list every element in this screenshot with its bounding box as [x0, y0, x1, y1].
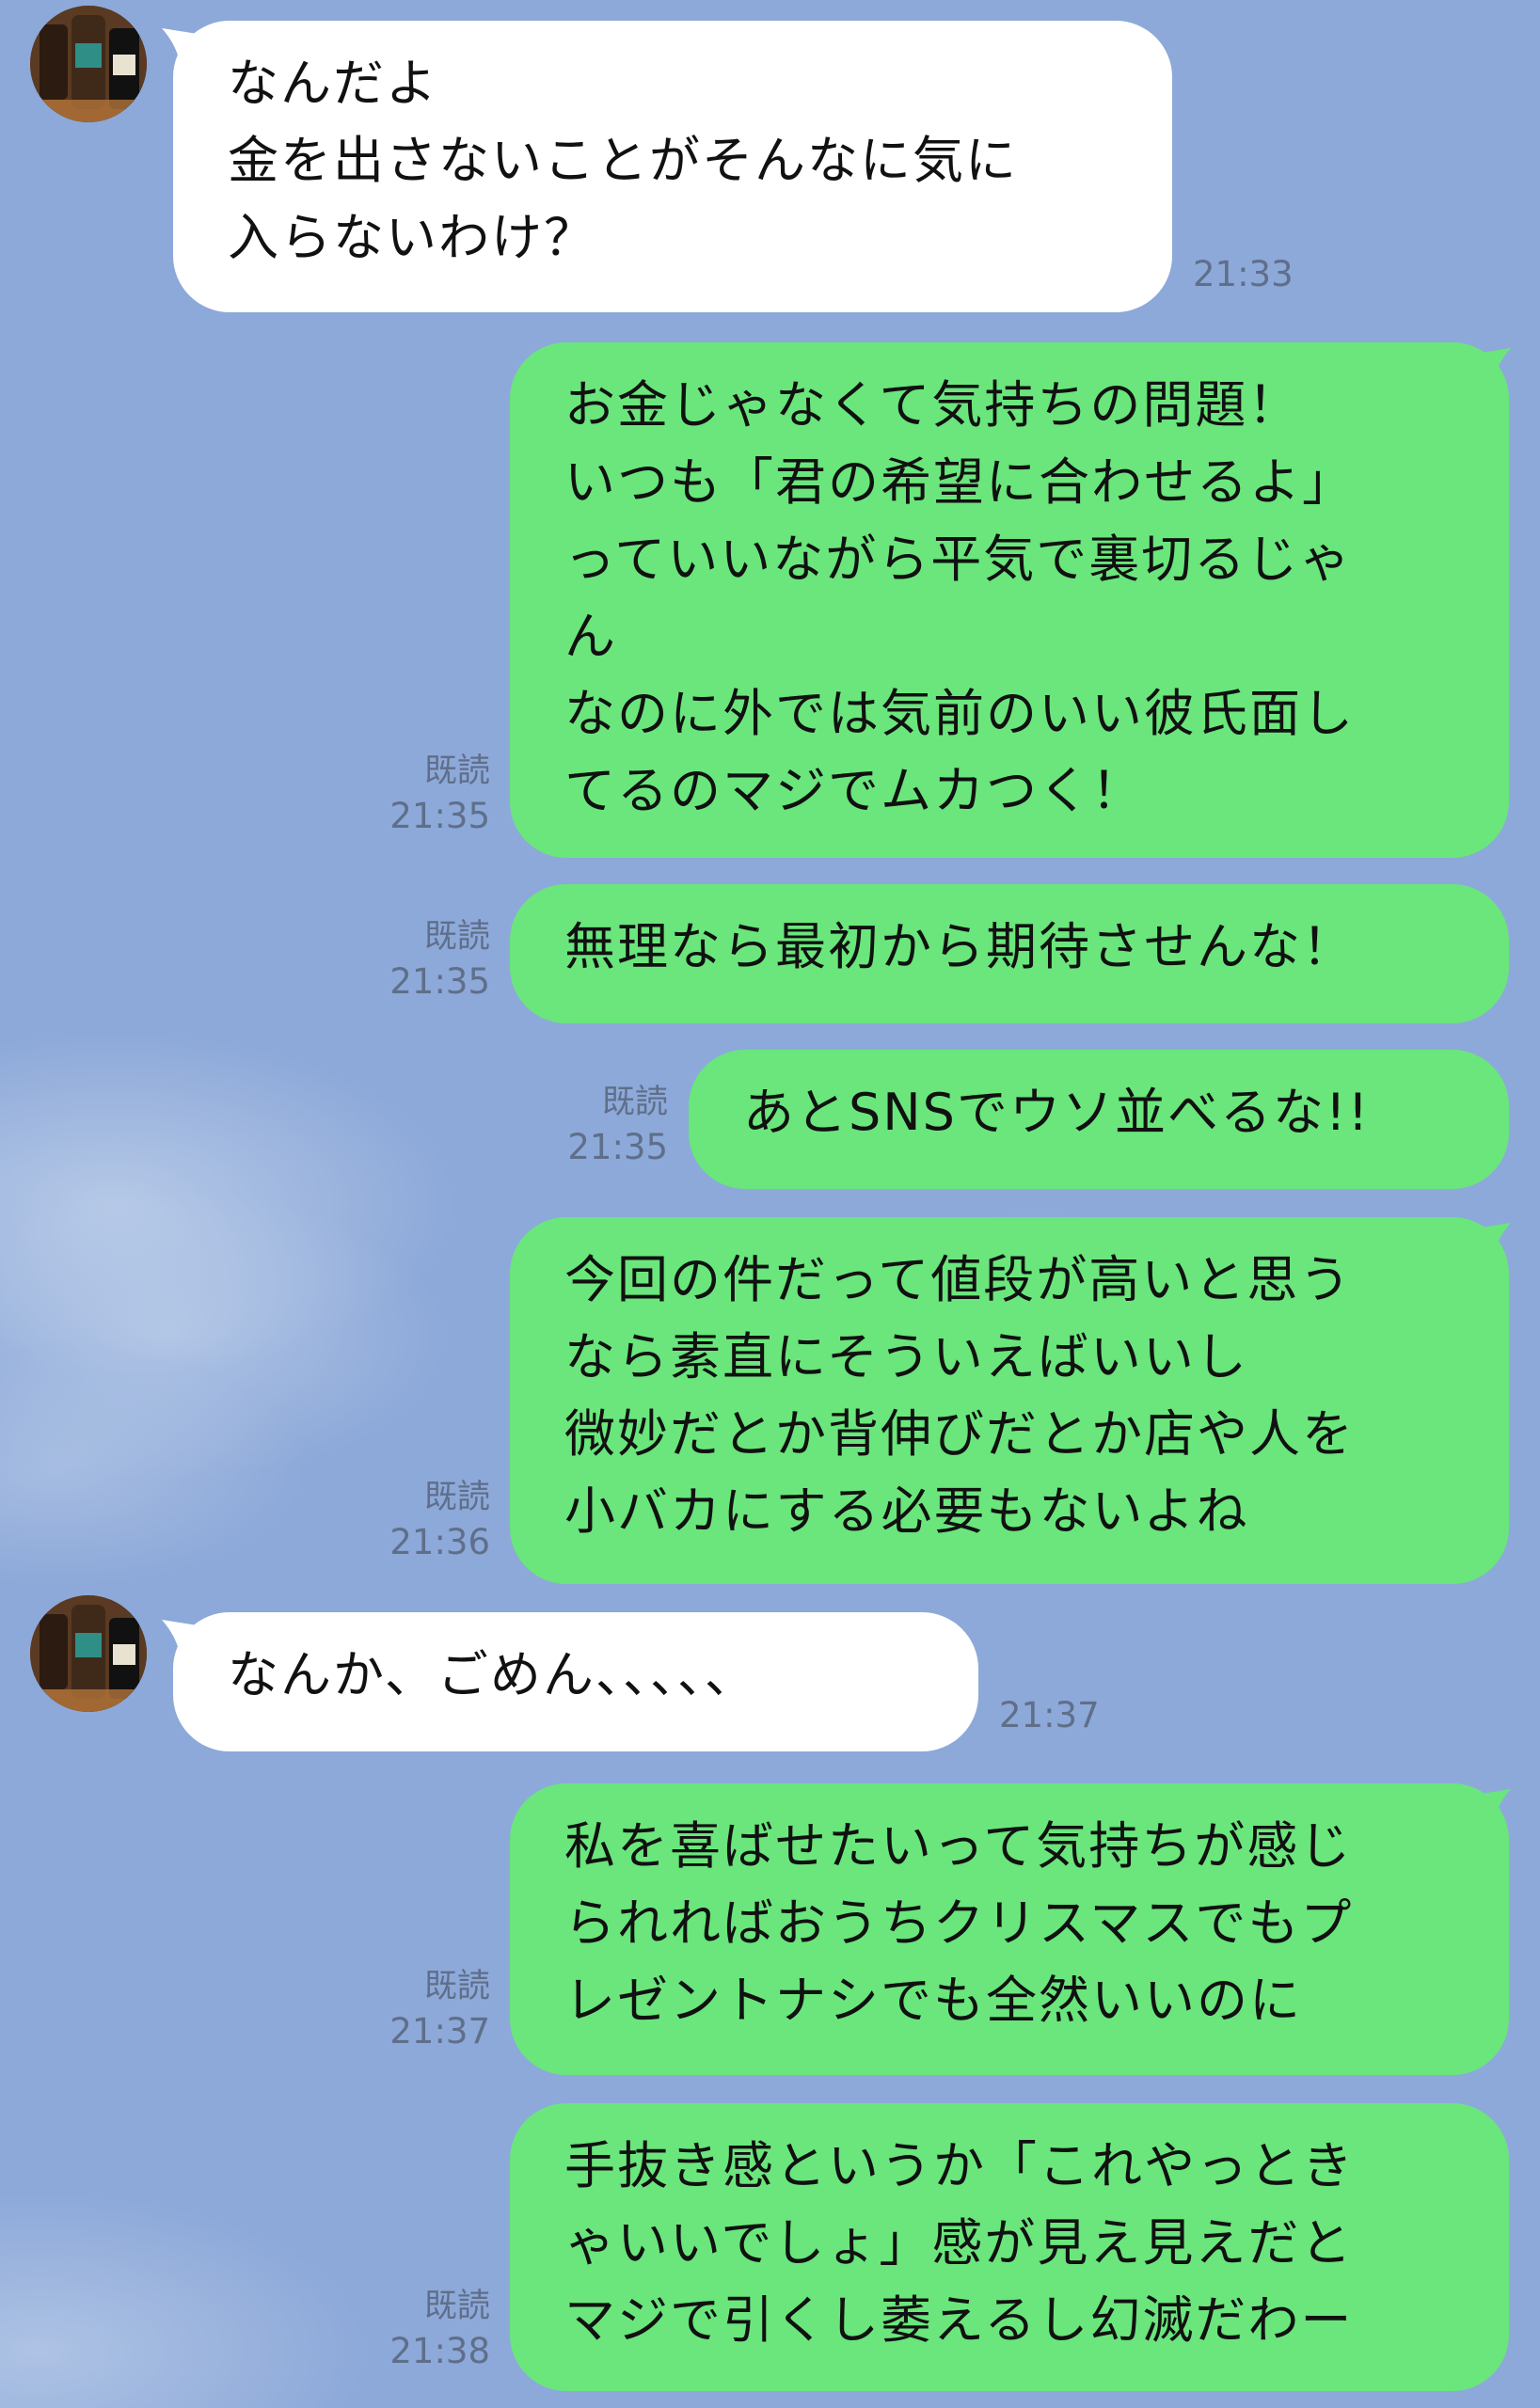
read-receipt: 既読 — [423, 2288, 490, 2325]
message-time: 21:35 — [389, 796, 490, 836]
message-meta: 既読 21:38 — [389, 2284, 490, 2374]
chat-area[interactable]: なんだよ 金を出さないことがそんなに気に 入らないわけ？ 21:33 お金じゃな… — [0, 0, 1540, 2408]
bottles-avatar-image — [30, 1595, 147, 1712]
read-receipt: 既読 — [423, 918, 490, 956]
message-time: 21:35 — [567, 1127, 668, 1167]
message-time: 21:35 — [389, 961, 490, 1002]
read-receipt: 既読 — [423, 1479, 490, 1516]
message-meta: 既読 21:37 — [389, 1964, 490, 2054]
message-time: 21:36 — [389, 1522, 490, 1562]
message-bubble-outgoing[interactable]: 今回の件だって値段が高いと思う なら素直にそういえばいいし 微妙だとか背伸びだと… — [510, 1217, 1509, 1584]
read-receipt: 既読 — [423, 752, 490, 790]
read-receipt: 既読 — [423, 1968, 490, 2005]
message-time: 21:37 — [999, 1695, 1100, 1735]
read-receipt: 既読 — [601, 1084, 668, 1121]
message-time: 21:33 — [1193, 254, 1294, 294]
message-meta: 既読 21:35 — [567, 1080, 668, 1170]
message-meta: 既読 21:36 — [389, 1475, 490, 1565]
message-time: 21:37 — [389, 2011, 490, 2052]
bottles-avatar-image — [30, 6, 147, 122]
message-meta: 21:33 — [1193, 252, 1294, 297]
avatar-icon[interactable] — [30, 6, 147, 122]
message-bubble-outgoing[interactable]: 無理なら最初から期待させんな！ — [510, 884, 1509, 1023]
message-meta: 既読 21:35 — [389, 749, 490, 839]
message-time: 21:38 — [389, 2331, 490, 2371]
message-bubble-incoming[interactable]: なんか、ごめん、、、、、 — [173, 1612, 978, 1751]
message-bubble-incoming[interactable]: なんだよ 金を出さないことがそんなに気に 入らないわけ？ — [173, 21, 1172, 312]
message-bubble-outgoing[interactable]: あとSNSでウソ並べるな!! — [689, 1050, 1509, 1189]
message-meta: 21:37 — [999, 1693, 1100, 1738]
message-bubble-outgoing[interactable]: お金じゃなくて気持ちの問題！ いつも「君の希望に合わせるよ」 っていいながら平気… — [510, 342, 1509, 858]
message-bubble-outgoing[interactable]: 手抜き感というか「これやっとき ゃいいでしょ」感が見え見えだと マジで引くし萎え… — [510, 2103, 1509, 2391]
avatar-icon[interactable] — [30, 1595, 147, 1712]
message-bubble-outgoing[interactable]: 私を喜ばせたいって気持ちが感じ られればおうちクリスマスでもプ レゼントナシでも… — [510, 1783, 1509, 2075]
message-meta: 既読 21:35 — [389, 914, 490, 1005]
